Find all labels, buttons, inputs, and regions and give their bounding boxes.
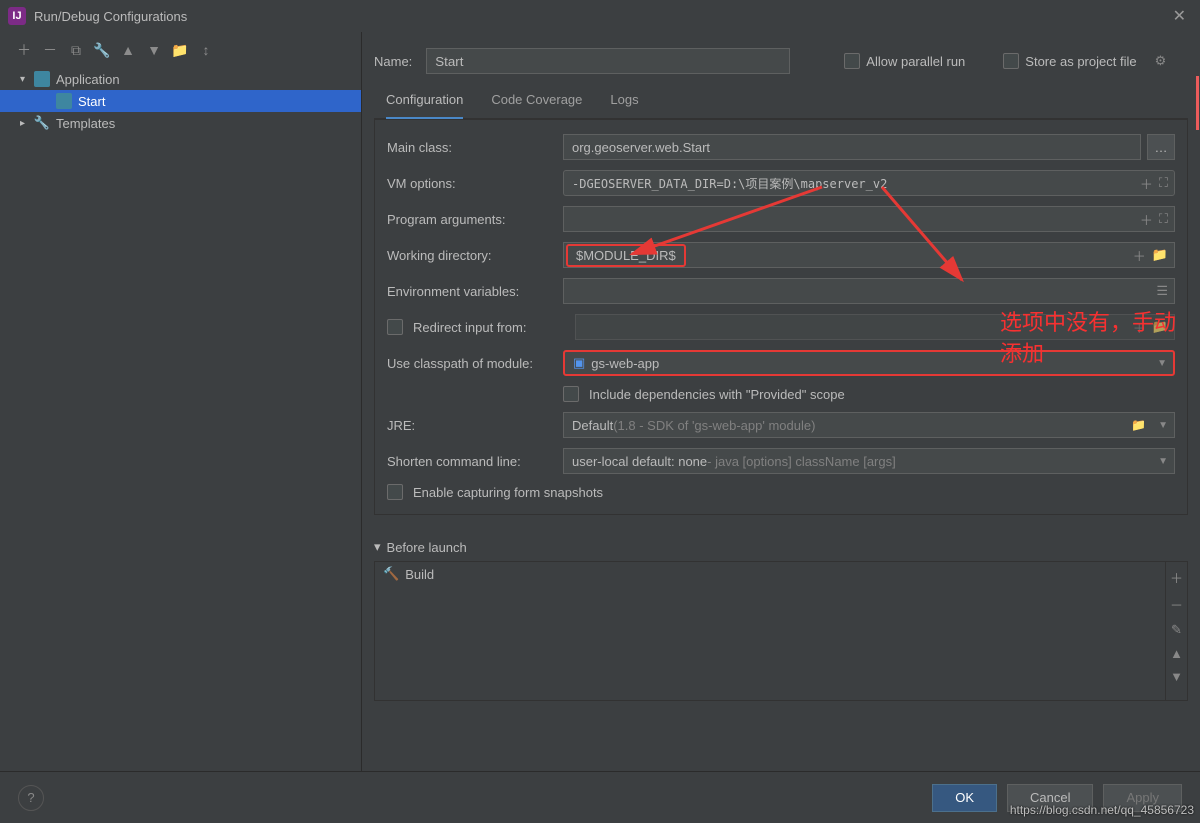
env-vars-input[interactable]: ☰ xyxy=(563,278,1175,304)
folder-icon[interactable]: 📁 xyxy=(172,42,188,58)
tabs: Configuration Code Coverage Logs xyxy=(374,82,1188,119)
tree-label: Start xyxy=(78,94,105,109)
chevron-down-icon: ▾ xyxy=(374,539,381,555)
config-tree: ▾ Application Start ▸ 🔧 Templates xyxy=(0,68,361,771)
fullscreen-icon[interactable]: ⛶ xyxy=(1159,211,1168,227)
window-title: Run/Debug Configurations xyxy=(34,9,187,24)
shorten-label: Shorten command line: xyxy=(387,454,563,469)
tab-configuration[interactable]: Configuration xyxy=(386,92,463,119)
enable-snapshots-checkbox[interactable] xyxy=(387,484,403,500)
run-config-icon xyxy=(56,93,72,109)
before-launch-header[interactable]: ▾ Before launch xyxy=(374,533,1188,561)
checkbox-icon xyxy=(844,53,860,69)
main-class-label: Main class: xyxy=(387,140,563,155)
add-icon[interactable]: ＋ xyxy=(16,42,32,58)
chevron-down-icon: ▼ xyxy=(1158,456,1168,467)
sort-icon[interactable]: ↕ xyxy=(198,42,214,58)
allow-parallel-checkbox[interactable]: Allow parallel run xyxy=(844,53,965,69)
include-provided-label: Include dependencies with "Provided" sco… xyxy=(589,387,845,402)
program-args-input[interactable]: ＋ ⛶ xyxy=(563,206,1175,232)
browse-main-class-button[interactable]: … xyxy=(1147,134,1175,160)
remove-icon[interactable]: － xyxy=(1170,595,1183,614)
tab-code-coverage[interactable]: Code Coverage xyxy=(491,92,582,118)
name-label: Name: xyxy=(374,54,412,69)
module-icon: ▣ xyxy=(573,355,585,371)
close-icon[interactable]: ✕ xyxy=(1167,6,1192,26)
store-project-checkbox[interactable]: Store as project file xyxy=(1003,53,1136,69)
tree-templates[interactable]: ▸ 🔧 Templates xyxy=(0,112,361,134)
folder-icon[interactable]: 📁 xyxy=(1131,418,1146,432)
before-launch-list: 🔨 Build ＋ － ✎ ▲ ▼ xyxy=(374,561,1188,701)
content-panel: Name: Allow parallel run Store as projec… xyxy=(362,32,1200,771)
checkbox-icon xyxy=(1003,53,1019,69)
program-args-label: Program arguments: xyxy=(387,212,563,227)
redirect-input-checkbox[interactable] xyxy=(387,319,403,335)
chevron-down-icon: ▼ xyxy=(1158,420,1168,431)
help-button[interactable]: ? xyxy=(18,785,44,811)
wrench-icon: 🔧 xyxy=(34,115,50,131)
copy-icon[interactable]: ⧉ xyxy=(68,42,84,58)
redirect-input-label: Redirect input from: xyxy=(413,320,565,335)
store-project-label: Store as project file xyxy=(1025,54,1136,69)
down-icon[interactable]: ▼ xyxy=(1170,669,1183,684)
tree-application[interactable]: ▾ Application xyxy=(0,68,361,90)
tab-logs[interactable]: Logs xyxy=(610,92,638,118)
working-dir-label: Working directory: xyxy=(387,248,563,263)
chevron-down-icon: ▾ xyxy=(20,74,34,85)
scrollbar-marker xyxy=(1196,76,1199,130)
remove-icon[interactable]: － xyxy=(42,42,58,58)
ok-button[interactable]: OK xyxy=(932,784,997,812)
annotation-text: 选项中没有，手动 添加 xyxy=(1000,308,1176,370)
classpath-label: Use classpath of module: xyxy=(387,356,563,371)
enable-snapshots-label: Enable capturing form snapshots xyxy=(413,485,603,500)
env-vars-label: Environment variables: xyxy=(387,284,563,299)
wrench-icon[interactable]: 🔧 xyxy=(94,42,110,58)
up-icon[interactable]: ▲ xyxy=(1170,646,1183,661)
app-icon: IJ xyxy=(8,7,26,25)
vm-options-input[interactable]: -DGEOSERVER_DATA_DIR=D:\项目案例\mapserver_v… xyxy=(563,170,1175,196)
titlebar: IJ Run/Debug Configurations ✕ xyxy=(0,0,1200,32)
hammer-icon: 🔨 xyxy=(383,566,399,582)
edit-icon[interactable]: ✎ xyxy=(1171,622,1182,638)
add-icon[interactable]: ＋ xyxy=(1170,568,1183,587)
down-icon[interactable]: ▼ xyxy=(146,42,162,58)
main-class-input[interactable]: org.geoserver.web.Start xyxy=(563,134,1141,160)
expand-icon[interactable]: ＋ xyxy=(1140,210,1153,229)
sidebar-toolbar: ＋ － ⧉ 🔧 ▲ ▼ 📁 ↕ xyxy=(0,38,361,68)
folder-icon[interactable]: 📁 xyxy=(1152,247,1168,263)
working-dir-input[interactable]: $MODULE_DIR$ ＋ 📁 xyxy=(563,242,1175,268)
watermark: https://blog.csdn.net/qq_45856723 xyxy=(1010,803,1194,817)
expand-icon[interactable]: ＋ xyxy=(1133,246,1146,265)
name-input[interactable] xyxy=(426,48,790,74)
tree-start[interactable]: Start xyxy=(0,90,361,112)
gear-icon[interactable]: ⚙ xyxy=(1155,53,1167,69)
allow-parallel-label: Allow parallel run xyxy=(866,54,965,69)
up-icon[interactable]: ▲ xyxy=(120,42,136,58)
tree-label: Templates xyxy=(56,116,115,131)
fullscreen-icon[interactable]: ⛶ xyxy=(1159,176,1168,191)
include-provided-checkbox[interactable] xyxy=(563,386,579,402)
application-icon xyxy=(34,71,50,87)
jre-label: JRE: xyxy=(387,418,563,433)
expand-icon[interactable]: ＋ xyxy=(1140,174,1153,193)
sidebar: ＋ － ⧉ 🔧 ▲ ▼ 📁 ↕ ▾ Application Start xyxy=(0,32,362,771)
list-icon[interactable]: ☰ xyxy=(1156,283,1168,299)
tree-label: Application xyxy=(56,72,120,87)
jre-select[interactable]: Default (1.8 - SDK of 'gs-web-app' modul… xyxy=(563,412,1175,438)
vm-options-label: VM options: xyxy=(387,176,563,191)
before-launch-item[interactable]: 🔨 Build xyxy=(375,562,1165,586)
shorten-select[interactable]: user-local default: none - java [options… xyxy=(563,448,1175,474)
chevron-right-icon: ▸ xyxy=(20,118,34,129)
